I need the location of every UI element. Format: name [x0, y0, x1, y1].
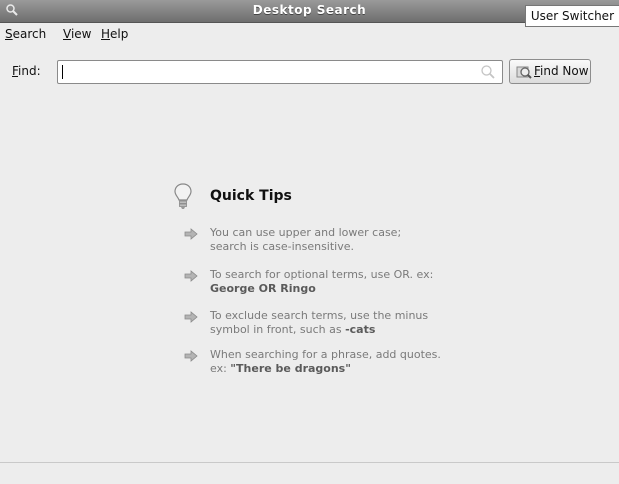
tip-line: You can use upper and lower case; — [210, 226, 402, 239]
tip-line: ex: — [210, 362, 231, 375]
search-clear-icon[interactable] — [480, 64, 496, 80]
arrow-right-icon — [184, 270, 198, 282]
find-now-button[interactable]: Find Now — [509, 59, 591, 84]
find-now-label: Find Now — [534, 64, 589, 78]
menu-help[interactable]: Help — [101, 27, 128, 41]
find-label: Find: — [12, 64, 41, 78]
tip-text: To exclude search terms, use the minus s… — [210, 309, 490, 337]
status-bar — [0, 462, 619, 484]
find-input-container[interactable] — [57, 60, 503, 84]
text-caret — [62, 65, 63, 79]
tip-example: "There be dragons" — [230, 362, 351, 375]
arrow-right-icon — [184, 311, 198, 323]
find-now-icon — [516, 64, 532, 80]
lightbulb-icon — [173, 182, 193, 212]
user-switcher-button[interactable]: User Switcher — [524, 5, 619, 27]
menu-search[interactable]: Search — [5, 27, 46, 41]
tip-line: symbol in front, such as — [210, 323, 346, 336]
quick-tips-title: Quick Tips — [210, 188, 292, 204]
tip-line: search is case-insensitive. — [210, 240, 355, 253]
tip-example: George OR Ringo — [210, 282, 316, 295]
tip-text: To search for optional terms, use OR. ex… — [210, 268, 490, 296]
tip-text: You can use upper and lower case; search… — [210, 226, 490, 254]
results-area: Quick Tips You can use upper and lower c… — [10, 92, 609, 462]
arrow-right-icon — [184, 228, 198, 240]
desktop-search-window: Desktop Search User Switcher Search View… — [0, 0, 619, 484]
tip-line: To exclude search terms, use the minus — [210, 309, 429, 322]
tip-example: -cats — [345, 323, 376, 336]
menu-view[interactable]: View — [63, 27, 91, 41]
find-row: Find: Find Now — [0, 55, 619, 89]
tip-line: When searching for a phrase, add quotes. — [210, 348, 441, 361]
tip-line: To search for optional terms, use OR. ex… — [210, 268, 434, 281]
find-input[interactable] — [62, 61, 472, 83]
arrow-right-icon — [184, 350, 198, 362]
tip-text: When searching for a phrase, add quotes.… — [210, 348, 490, 376]
